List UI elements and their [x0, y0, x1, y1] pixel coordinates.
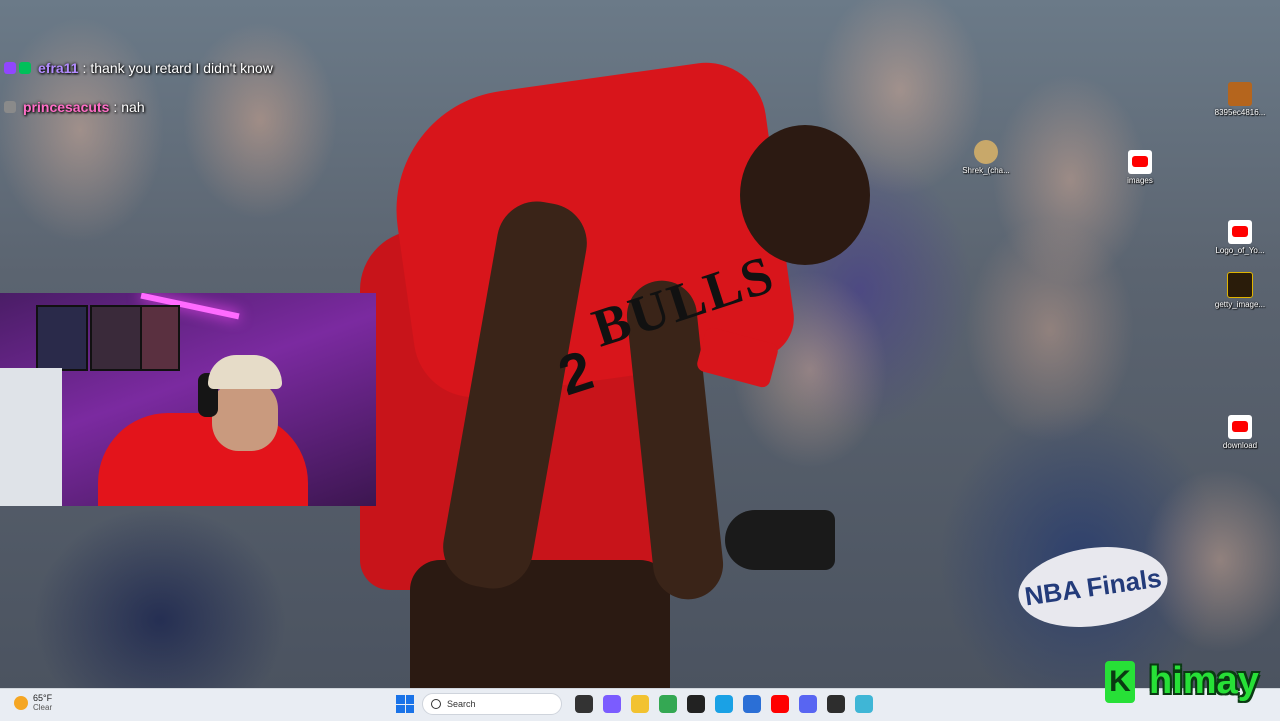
search-input[interactable]: [447, 699, 537, 709]
nba-finals-badge: NBA Finals: [1013, 537, 1173, 637]
windows-start-icon[interactable]: [396, 695, 414, 713]
youtube-icon: [1228, 220, 1252, 244]
discord-icon[interactable]: [799, 695, 817, 713]
desktop-icon[interactable]: getty_image...: [1210, 272, 1270, 309]
desktop-icon[interactable]: Logo_of_Yo...: [1210, 220, 1270, 255]
chat-message: princesacuts : nah: [4, 97, 273, 117]
desktop-icon-label: download: [1222, 441, 1258, 450]
youtube-icon: [1228, 415, 1252, 439]
chat-text: nah: [121, 99, 145, 115]
desktop-icon[interactable]: images: [1110, 150, 1170, 185]
chat-message: efra11 : thank you retard I didn't know: [4, 58, 273, 78]
wall-poster: [36, 305, 88, 371]
streamer-face: [212, 381, 278, 451]
streamer-logo: K himay: [1105, 660, 1259, 703]
mod-badge-icon: [4, 101, 16, 113]
desktop-icon[interactable]: 8395ec4816...: [1210, 82, 1270, 117]
desktop-icon[interactable]: Shrek_(cha...: [956, 140, 1016, 175]
desktop-icon-label: Shrek_(cha...: [962, 166, 1010, 175]
desktop-icon-label: images: [1127, 176, 1153, 185]
sub-badge-icon: [4, 62, 16, 74]
chat-overlay: efra11 : thank you retard I didn't know …: [4, 58, 273, 117]
store-icon[interactable]: [743, 695, 761, 713]
wall-poster: [90, 305, 142, 371]
shrek-icon: [974, 140, 998, 164]
desktop-icon-label: getty_image...: [1214, 300, 1266, 309]
leaf-badge-icon: [19, 62, 31, 74]
chat-separator: :: [82, 60, 87, 76]
chat-username: efra11: [38, 60, 79, 76]
chat-text: thank you retard I didn't know: [90, 60, 273, 76]
wall-poster: [140, 305, 180, 371]
taskbar: 65°F Clear: [0, 688, 1280, 721]
taskbar-search[interactable]: [422, 693, 562, 715]
streamer-cap: [208, 355, 282, 389]
youtube-icon[interactable]: [771, 695, 789, 713]
taskbar-apps: [394, 693, 878, 715]
kick-logo-icon: K: [1105, 660, 1135, 703]
file-explorer-icon[interactable]: [631, 695, 649, 713]
terminal-icon[interactable]: [827, 695, 845, 713]
copilot-icon[interactable]: [603, 695, 621, 713]
edge-icon[interactable]: [715, 695, 733, 713]
weather-widget[interactable]: 65°F Clear: [14, 693, 52, 713]
logo-text: himay: [1149, 660, 1259, 702]
chat-separator: :: [113, 99, 118, 115]
mini-fridge: [0, 368, 62, 506]
desktop-icon-label: Logo_of_Yo...: [1215, 246, 1265, 255]
youtube-icon: [1128, 150, 1152, 174]
chat-username: princesacuts: [23, 99, 110, 115]
notepad-icon[interactable]: [855, 695, 873, 713]
obs-icon[interactable]: [687, 695, 705, 713]
player-legs: [410, 560, 670, 688]
webcam-feed: [0, 293, 376, 506]
search-icon: [431, 699, 441, 709]
camera: [725, 510, 835, 570]
task-view-icon[interactable]: [575, 695, 593, 713]
desktop-icon[interactable]: download: [1210, 415, 1270, 450]
weather-temp: 65°F: [33, 693, 53, 703]
moon-weather-icon: [14, 696, 28, 710]
desktop-icon-label: 8395ec4816...: [1214, 108, 1266, 117]
weather-condition: Clear: [33, 703, 53, 712]
getty-icon: [1227, 272, 1253, 298]
chrome-icon[interactable]: [659, 695, 677, 713]
photo-icon: [1228, 82, 1252, 106]
